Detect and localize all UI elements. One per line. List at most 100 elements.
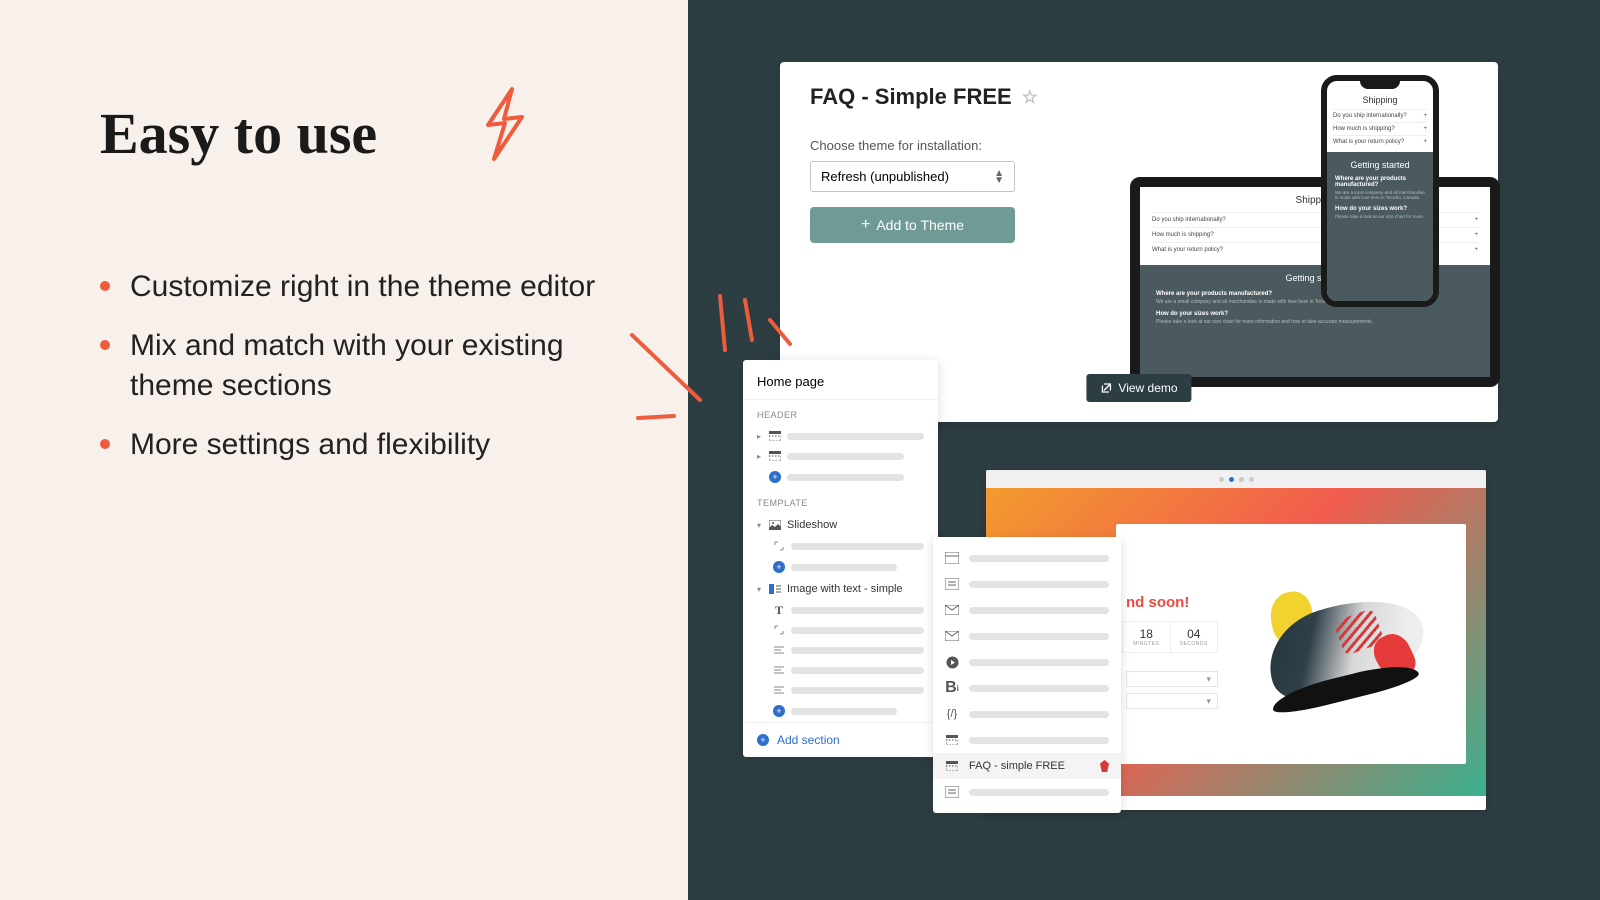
phone-q[interactable]: How much is shipping? xyxy=(1333,126,1395,132)
type-option[interactable] xyxy=(933,597,1121,623)
promo-card: nd soon! 18MINUTES 04SECONDS ▾ ▾ xyxy=(1116,524,1466,764)
type-option[interactable]: {/} xyxy=(933,701,1121,727)
editor-template-section: TEMPLATE xyxy=(743,488,938,514)
editor-row[interactable]: ▸ xyxy=(743,446,938,466)
placeholder-bar xyxy=(787,433,924,440)
type-option-active[interactable]: FAQ - simple FREE xyxy=(933,753,1121,779)
text-block-icon xyxy=(945,577,959,591)
editor-sub-row[interactable]: T xyxy=(743,600,938,620)
plus-circle-icon: + xyxy=(769,471,781,483)
phone-heading: Shipping xyxy=(1333,95,1427,105)
left-panel: Easy to use Customize right in the theme… xyxy=(0,0,688,900)
phone-q[interactable]: Do you ship internationally? xyxy=(1333,113,1407,119)
type-option[interactable] xyxy=(933,545,1121,571)
editor-row-image-text[interactable]: ▾ Image with text - simple xyxy=(743,578,938,600)
placeholder-bar xyxy=(969,659,1109,666)
laptop-q[interactable]: Do you ship internationally? xyxy=(1152,217,1226,223)
editor-sub-row[interactable] xyxy=(743,620,938,640)
editor-sub-row[interactable] xyxy=(743,536,938,556)
placeholder-bar xyxy=(791,687,924,694)
caret-right-icon: ▸ xyxy=(757,432,763,441)
page-title: Easy to use xyxy=(100,100,618,167)
editor-sub-row[interactable] xyxy=(743,680,938,700)
editor-sub-row[interactable] xyxy=(743,660,938,680)
expand-icon xyxy=(773,625,785,635)
image-text-icon xyxy=(769,584,781,594)
dot[interactable] xyxy=(1219,477,1224,482)
mail-icon xyxy=(945,603,959,617)
bullet-item: More settings and flexibility xyxy=(100,425,618,466)
accordion-row[interactable]: ▾ xyxy=(1126,693,1218,709)
editor-row-slideshow[interactable]: ▾Slideshow xyxy=(743,514,938,536)
add-section-button[interactable]: + Add section xyxy=(743,722,938,757)
editor-add-row[interactable]: + xyxy=(743,466,938,488)
view-demo-button[interactable]: View demo xyxy=(1086,374,1191,402)
accordion-row[interactable]: ▾ xyxy=(1126,671,1218,687)
plus-icon: + xyxy=(1423,139,1427,145)
plus-circle-icon: + xyxy=(773,705,785,717)
phone-q: How do your sizes work? xyxy=(1335,206,1425,212)
plus-icon: + xyxy=(1474,232,1478,238)
type-option[interactable]: Bi xyxy=(933,675,1121,701)
laptop-q[interactable]: What is your return policy? xyxy=(1152,247,1223,253)
countdown-timer: 18MINUTES 04SECONDS xyxy=(1122,621,1218,653)
timer-label: MINUTES xyxy=(1126,641,1167,647)
placeholder-bar xyxy=(787,453,904,460)
type-option[interactable] xyxy=(933,727,1121,753)
lines-icon xyxy=(773,685,785,695)
laptop-q[interactable]: How much is shipping? xyxy=(1152,232,1214,238)
play-icon xyxy=(945,655,959,669)
product-image xyxy=(1226,524,1466,764)
theme-select-value: Refresh (unpublished) xyxy=(821,169,949,184)
section-icon xyxy=(769,451,781,461)
timer-seconds: 04 xyxy=(1174,627,1215,641)
promo-headline: nd soon! xyxy=(1126,594,1218,611)
add-theme-label: Add to Theme xyxy=(876,217,964,233)
laptop-a: Please take a look at our size chart for… xyxy=(1156,319,1474,325)
placeholder-bar xyxy=(969,581,1109,588)
text-block-icon xyxy=(945,785,959,799)
dot-active[interactable] xyxy=(1229,477,1234,482)
code-icon: {/} xyxy=(945,707,959,721)
add-to-theme-button[interactable]: + Add to Theme xyxy=(810,207,1015,243)
type-option[interactable] xyxy=(933,779,1121,805)
editor-add-block[interactable]: + xyxy=(743,556,938,578)
plus-icon: + xyxy=(1423,113,1427,119)
phone-a: We are a local company and all merchandi… xyxy=(1335,190,1425,200)
plus-icon: + xyxy=(1423,126,1427,132)
external-link-icon xyxy=(1100,382,1112,394)
placeholder-bar xyxy=(791,627,924,634)
caret-right-icon: ▸ xyxy=(757,452,763,461)
type-option[interactable] xyxy=(933,571,1121,597)
slideshow-label: Slideshow xyxy=(787,519,837,531)
mail-icon xyxy=(945,629,959,643)
placeholder-bar xyxy=(969,789,1109,796)
section-icon xyxy=(945,733,959,747)
chevron-updown-icon: ▲▼ xyxy=(994,170,1004,184)
doc-icon: Bi xyxy=(945,681,959,695)
image-icon xyxy=(769,520,781,530)
phone-q: Where are your products manufactured? xyxy=(1335,176,1425,188)
dot[interactable] xyxy=(1249,477,1254,482)
card-icon xyxy=(945,551,959,565)
pagination-dots xyxy=(986,470,1486,488)
image-text-label: Image with text - simple xyxy=(787,583,903,595)
type-option[interactable] xyxy=(933,649,1121,675)
view-demo-label: View demo xyxy=(1118,381,1177,395)
placeholder-bar xyxy=(969,555,1109,562)
editor-sub-row[interactable] xyxy=(743,640,938,660)
section-type-picker: Bi {/} FAQ - simple FREE xyxy=(933,537,1121,813)
type-option[interactable] xyxy=(933,623,1121,649)
phone-q[interactable]: What is your return policy? xyxy=(1333,139,1404,145)
phone-a: Please take a look at our size chart for… xyxy=(1335,214,1425,219)
timer-label: SECONDS xyxy=(1174,641,1215,647)
editor-add-block[interactable]: + xyxy=(743,700,938,722)
placeholder-bar xyxy=(791,607,924,614)
theme-select[interactable]: Refresh (unpublished) ▲▼ xyxy=(810,161,1015,192)
bullet-item: Mix and match with your existing theme s… xyxy=(100,326,618,407)
caret-down-icon: ▾ xyxy=(757,585,763,594)
placeholder-bar xyxy=(791,667,924,674)
star-icon[interactable]: ☆ xyxy=(1022,87,1038,108)
placeholder-bar xyxy=(969,685,1109,692)
dot[interactable] xyxy=(1239,477,1244,482)
